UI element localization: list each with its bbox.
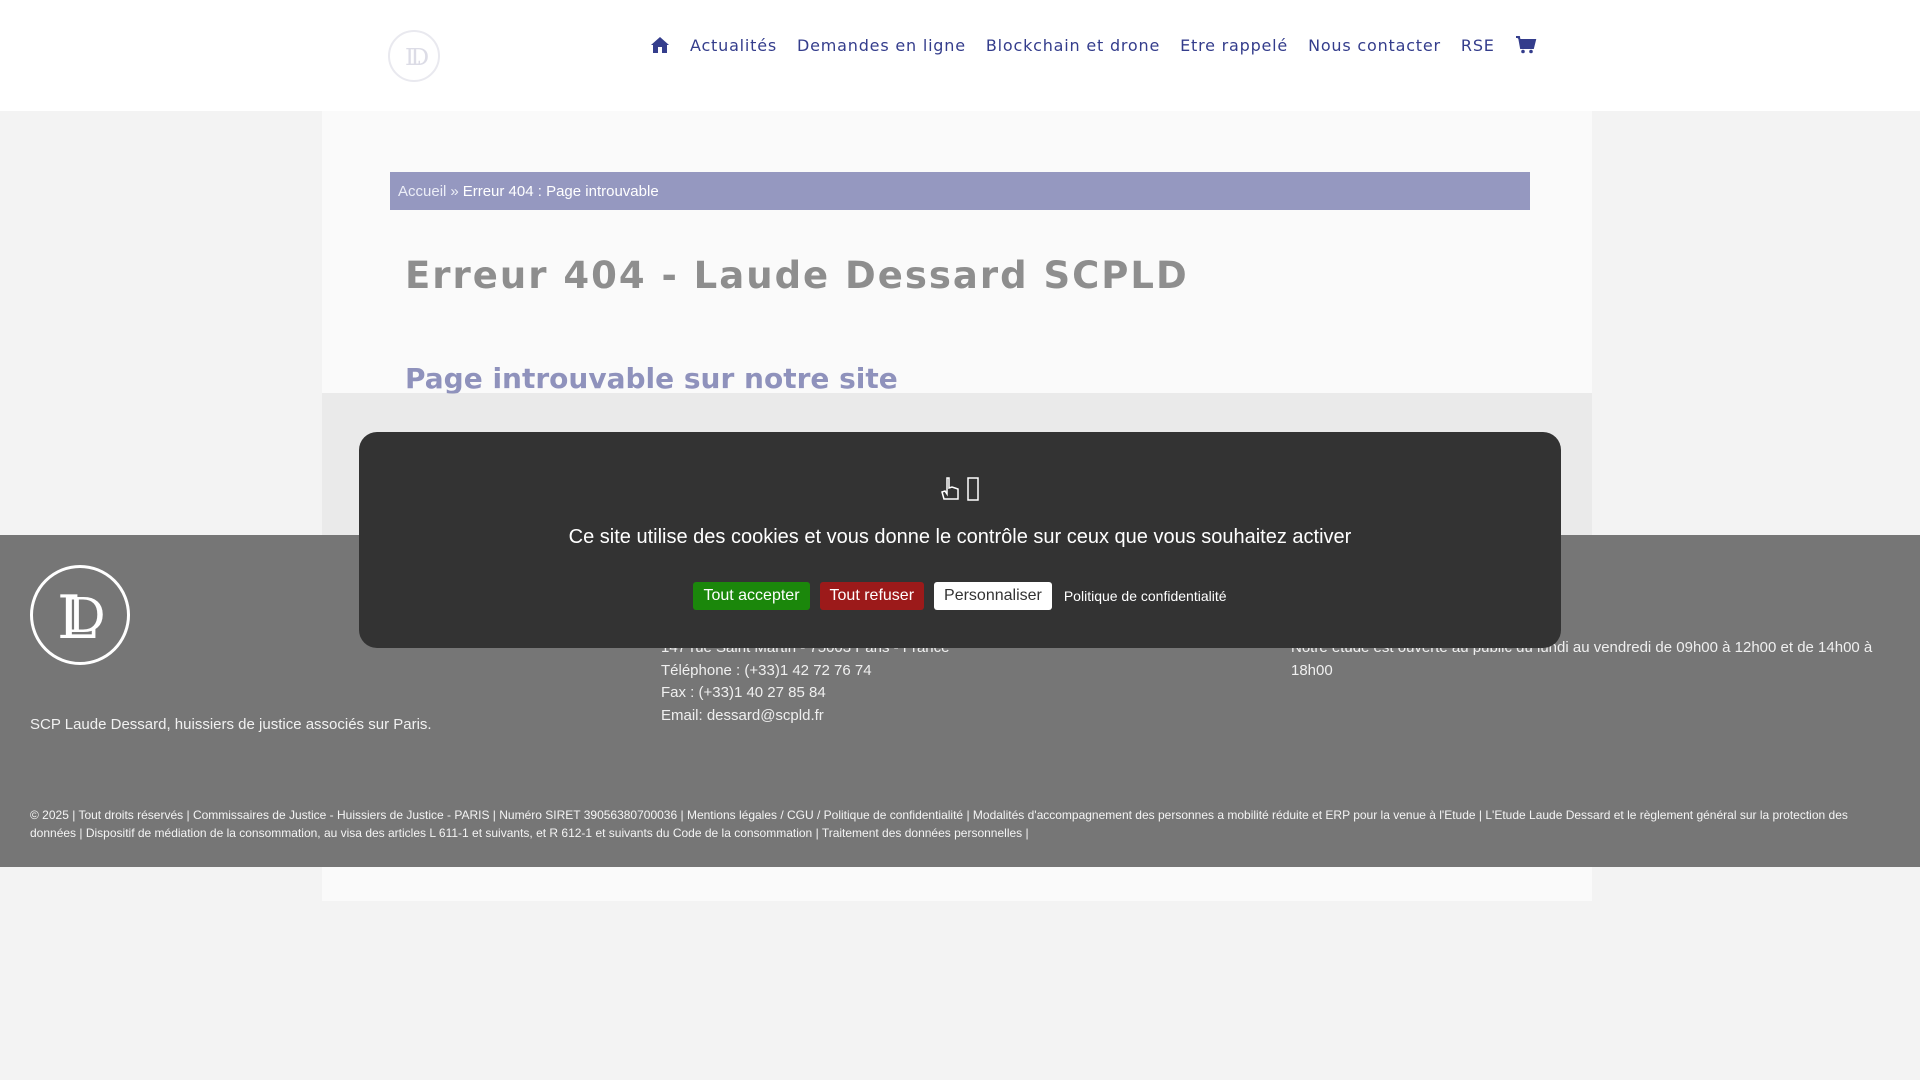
cookie-icon: [966, 476, 980, 508]
page-subtitle: Page introuvable sur notre site: [405, 362, 898, 395]
footer-link-mentions[interactable]: Mentions légales / CGU / Politique de co…: [687, 808, 967, 822]
footer-link-donnees[interactable]: Traitement des données personnelles: [822, 826, 1026, 840]
nav-item-demandes-en-ligne[interactable]: Demandes en ligne: [797, 36, 966, 55]
footer-address: 147 rue Saint Martin - 75003 Paris - Fra…: [661, 637, 949, 727]
site-header: L D Actualités Demandes en ligne Blockch…: [0, 0, 1920, 111]
footer-tagline: SCP Laude Dessard, huissiers de justice …: [30, 716, 432, 733]
nav-item-blockchain-et-drone[interactable]: Blockchain et drone: [986, 36, 1160, 55]
privacy-policy-link[interactable]: Politique de confidentialité: [1064, 588, 1227, 604]
footer-legal: © 2025 | Tout droits réservés | Commissa…: [30, 806, 1890, 842]
cookie-banner: Ce site utilise des cookies et vous donn…: [359, 432, 1561, 648]
cookie-actions: Tout accepter Tout refuser Personnaliser…: [359, 582, 1561, 610]
breadcrumb-current: Erreur 404 : Page introuvable: [462, 182, 659, 200]
nav-item-rse[interactable]: RSE: [1461, 36, 1495, 55]
footer-logo-graphic: L D: [57, 583, 105, 650]
breadcrumb-separator: »: [450, 182, 459, 200]
deny-all-button[interactable]: Tout refuser: [819, 582, 925, 610]
nav-item-actualites[interactable]: Actualités: [690, 36, 777, 55]
cookie-message: Ce site utilise des cookies et vous donn…: [568, 526, 1352, 548]
cart-icon[interactable]: [1515, 36, 1537, 54]
home-icon[interactable]: [650, 36, 670, 54]
svg-text:D: D: [67, 588, 105, 644]
nav-item-nous-contacter[interactable]: Nous contacter: [1308, 36, 1441, 55]
breadcrumb-home-link[interactable]: Accueil: [398, 183, 446, 200]
accept-all-button[interactable]: Tout accepter: [693, 582, 810, 610]
footer-phone[interactable]: Téléphone : (+33)1 42 72 76 74: [661, 660, 949, 683]
footer-fax: Fax : (+33)1 40 27 85 84: [661, 684, 826, 701]
breadcrumb: Accueil » Erreur 404 : Page introuvable: [390, 172, 1530, 210]
svg-text:D: D: [410, 43, 429, 71]
customize-button[interactable]: Personnaliser: [934, 582, 1052, 610]
nav-item-etre-rappele[interactable]: Etre rappelé: [1180, 36, 1288, 55]
hand-pointer-icon: [940, 476, 960, 508]
footer-link-commissaires[interactable]: Commissaires de Justice - Huissiers de J…: [193, 808, 493, 822]
ld-logo-graphic: L D: [405, 43, 429, 71]
footer-link-siret[interactable]: Numéro SIRET 39056380700036: [499, 808, 680, 822]
footer-sep: |: [1025, 826, 1029, 840]
footer-link-mediation[interactable]: Dispositif de médiation de la consommati…: [86, 826, 816, 840]
footer-link-accessibilite[interactable]: Modalités d'accompagnement des personnes…: [973, 808, 1479, 822]
main-nav: Actualités Demandes en ligne Blockchain …: [640, 30, 1547, 60]
footer-copyright: © 2025 | Tout droits réservés |: [30, 808, 193, 822]
ld-logo-icon[interactable]: L D: [388, 30, 440, 82]
cookie-icons: [359, 476, 1561, 508]
footer-email[interactable]: Email: dessard@scpld.fr: [661, 705, 949, 728]
page-title: Erreur 404 - Laude Dessard SCPLD: [405, 254, 1189, 297]
footer-ld-logo-icon[interactable]: L D: [30, 565, 130, 665]
